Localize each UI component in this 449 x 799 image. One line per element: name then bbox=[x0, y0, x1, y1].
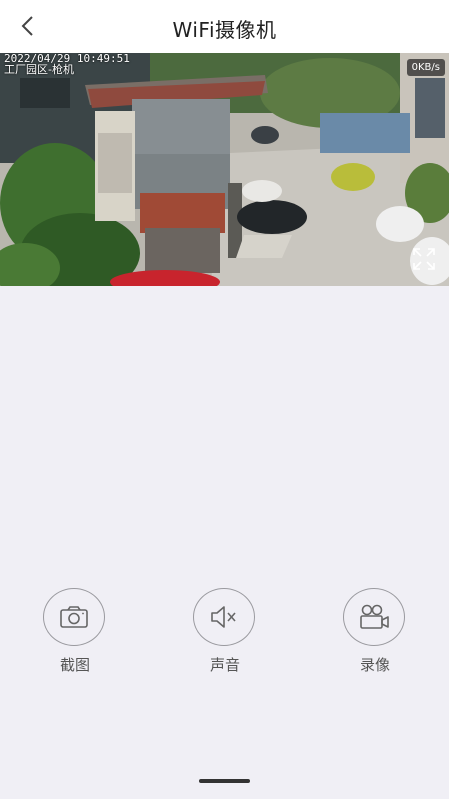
sound-label: 声音 bbox=[209, 656, 240, 674]
top-bar: WiFi摄像机 bbox=[0, 0, 449, 53]
sound-control: 声音 bbox=[193, 588, 257, 675]
bitrate-badge: 0KB/s bbox=[406, 59, 445, 76]
page-title: WiFi摄像机 bbox=[172, 18, 277, 42]
video-camera-icon bbox=[360, 604, 389, 629]
record-label: 录像 bbox=[359, 656, 390, 674]
record-control: 录像 bbox=[343, 588, 407, 675]
speaker-mute-icon bbox=[211, 606, 236, 628]
screenshot-control: 截图 bbox=[43, 588, 107, 675]
camera-video-feed[interactable]: 2022/04/29 10:49:51 工厂园区-枪机 0KB/s bbox=[0, 53, 449, 286]
home-indicator[interactable] bbox=[199, 779, 250, 783]
fullscreen-icon[interactable] bbox=[411, 246, 437, 272]
camera-icon bbox=[60, 606, 88, 628]
record-button[interactable] bbox=[343, 588, 405, 646]
video-location-label: 工厂园区-枪机 bbox=[4, 63, 74, 76]
camera-scene-image bbox=[0, 53, 449, 286]
sound-button[interactable] bbox=[193, 588, 255, 646]
screenshot-label: 截图 bbox=[59, 656, 90, 674]
screenshot-button[interactable] bbox=[43, 588, 105, 646]
